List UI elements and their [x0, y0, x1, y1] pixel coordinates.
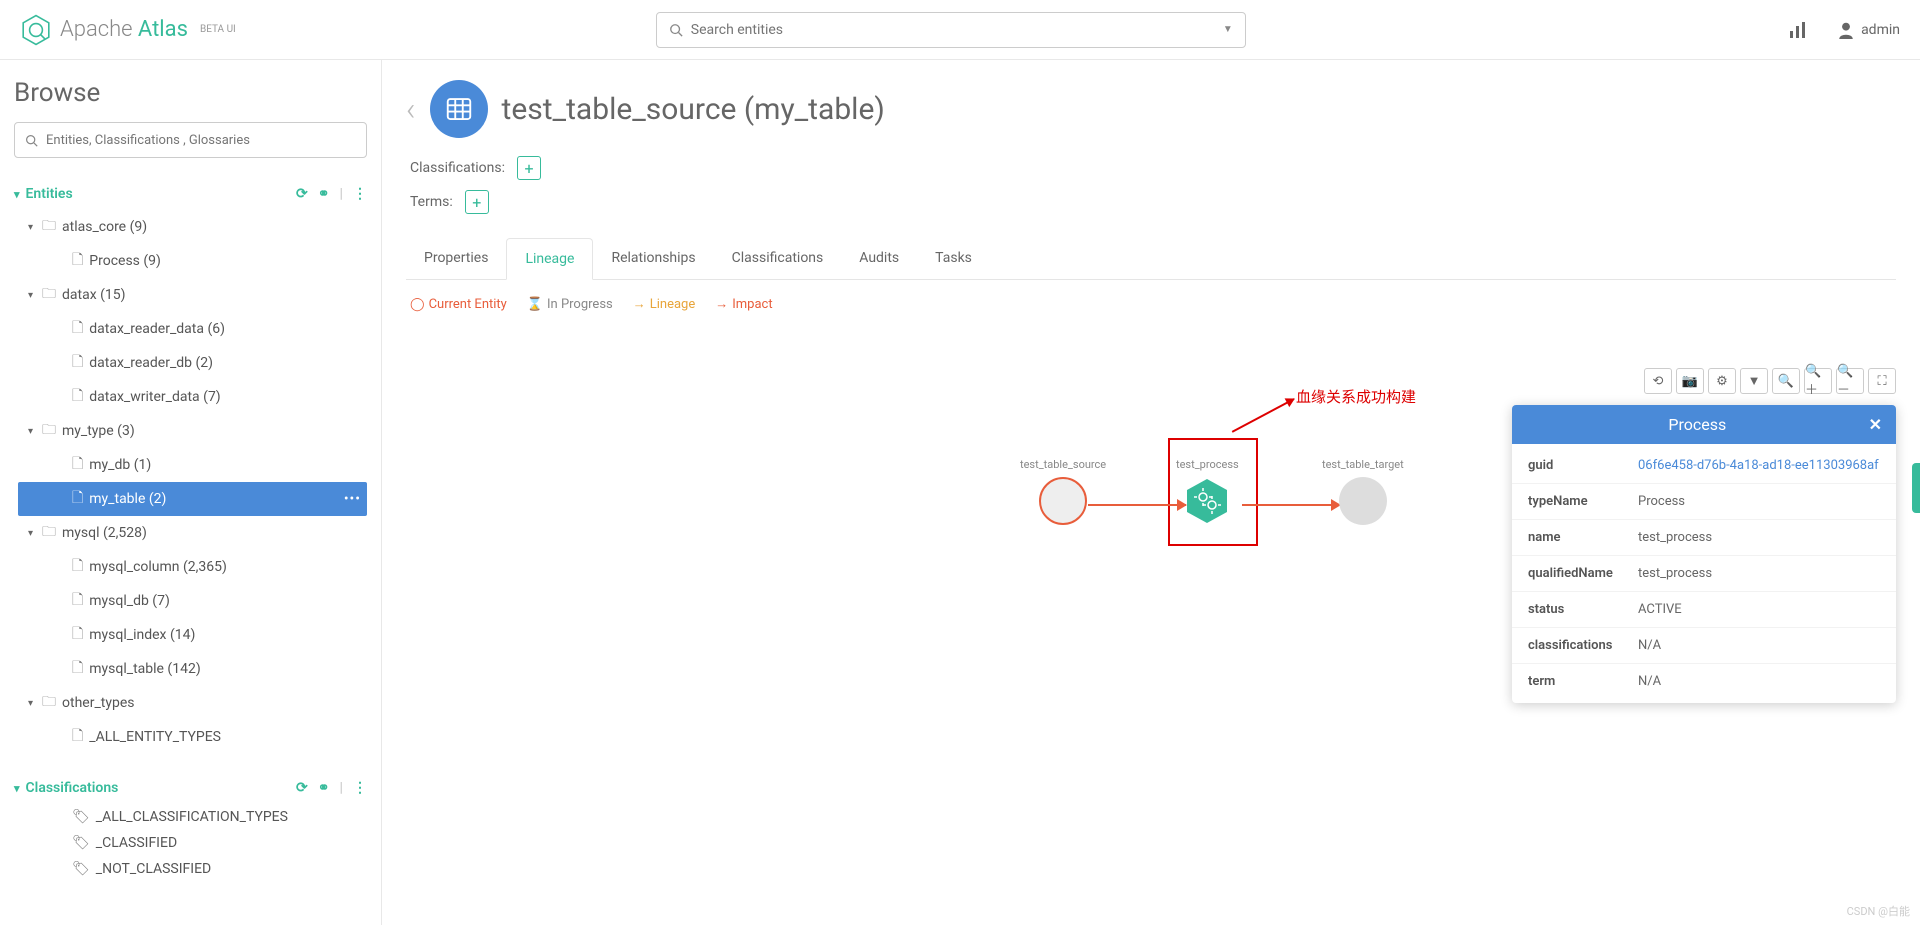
tree-folder[interactable]: ▾🗀my_type (3)	[18, 414, 367, 448]
classification-tree: 🏷_ALL_CLASSIFICATION_TYPES🏷_CLASSIFIED🏷_…	[18, 804, 367, 882]
table-icon	[1039, 477, 1087, 525]
classifications-section-header[interactable]: ▾ Classifications ⟳ ⚭ | ⋮	[14, 772, 367, 804]
entity-header: ‹ test_table_source (my_table)	[406, 80, 1896, 138]
entity-title: test_table_source (my_table)	[502, 92, 885, 127]
info-panel-body: guid06f6e458-d76b-4a18-ad18-ee11303968af…	[1512, 444, 1896, 703]
logo[interactable]: Apache Atlas BETA UI	[20, 14, 236, 46]
tree-item[interactable]: 🗋my_table (2)•••	[18, 482, 367, 516]
entity-tabs: PropertiesLineageRelationshipsClassifica…	[406, 238, 1896, 280]
search-dropdown-icon[interactable]: ▼	[1223, 24, 1233, 35]
chevron-down-icon: ▾	[14, 782, 20, 795]
tree-item[interactable]: 🗋datax_writer_data (7)	[18, 380, 367, 414]
tree-item[interactable]: 🗋mysql_db (7)	[18, 584, 367, 618]
sidebar: Browse ▾ Entities ⟳ ⚭ | ⋮ ▾🗀atlas_core (…	[0, 60, 382, 925]
header-right: admin	[1789, 21, 1900, 39]
user-icon	[1837, 21, 1855, 39]
legend-progress: ⌛In Progress	[527, 297, 613, 312]
classification-item[interactable]: 🏷_ALL_CLASSIFICATION_TYPES	[18, 804, 367, 830]
username: admin	[1861, 22, 1900, 38]
tab-audits[interactable]: Audits	[841, 238, 917, 279]
lineage-arrow	[1088, 504, 1186, 506]
tree-folder[interactable]: ▾🗀mysql (2,528)	[18, 516, 367, 550]
entity-info-panel: Process ✕ guid06f6e458-d76b-4a18-ad18-ee…	[1512, 405, 1896, 703]
terms-row: Terms: +	[410, 190, 1896, 214]
entities-section-header[interactable]: ▾ Entities ⟳ ⚭ | ⋮	[14, 178, 367, 210]
back-button[interactable]: ‹	[406, 90, 416, 128]
refresh-icon[interactable]: ⟳	[296, 186, 308, 202]
legend-impact: →Impact	[715, 296, 772, 312]
legend-current: ◯Current Entity	[410, 297, 507, 312]
tree-item[interactable]: 🗋mysql_table (142)	[18, 652, 367, 686]
add-classification-button[interactable]: +	[517, 156, 541, 180]
tree-item[interactable]: 🗋_ALL_ENTITY_TYPES	[18, 720, 367, 754]
classification-item[interactable]: 🏷_NOT_CLASSIFIED	[18, 856, 367, 882]
entity-type-icon	[430, 80, 488, 138]
info-row: classificationsN/A	[1512, 628, 1896, 664]
annotation-text: 血缘关系成功构建	[1296, 386, 1416, 407]
info-row: statusACTIVE	[1512, 592, 1896, 628]
tree-folder[interactable]: ▾🗀atlas_core (9)	[18, 210, 367, 244]
more-icon[interactable]: ⋮	[353, 186, 367, 202]
top-header: Apache Atlas BETA UI ▼ admin	[0, 0, 1920, 60]
tab-properties[interactable]: Properties	[406, 238, 506, 279]
process-icon	[1185, 477, 1229, 525]
link-icon[interactable]: ⚭	[318, 186, 330, 202]
tab-classifications[interactable]: Classifications	[714, 238, 842, 279]
tree-folder[interactable]: ▾🗀other_types	[18, 686, 367, 720]
more-icon[interactable]: ⋮	[353, 780, 367, 796]
table-icon	[1339, 477, 1387, 525]
tree-item[interactable]: 🗋my_db (1)	[18, 448, 367, 482]
info-row: guid06f6e458-d76b-4a18-ad18-ee11303968af	[1512, 448, 1896, 484]
search-icon	[25, 134, 38, 147]
close-icon[interactable]: ✕	[1869, 415, 1882, 434]
logo-text: Apache Atlas	[60, 17, 188, 42]
search-input[interactable]	[691, 22, 1233, 38]
node-source[interactable]: test_table_source	[1020, 458, 1106, 525]
info-panel-header: Process ✕	[1512, 405, 1896, 444]
tree-item[interactable]: 🗋Process (9)	[18, 244, 367, 278]
tab-tasks[interactable]: Tasks	[917, 238, 990, 279]
content-area: ‹ test_table_source (my_table) Classific…	[382, 60, 1920, 925]
info-row: termN/A	[1512, 664, 1896, 699]
chevron-down-icon: ▾	[14, 188, 20, 201]
watermark: CSDN @白能	[1847, 903, 1910, 919]
classification-item[interactable]: 🏷_CLASSIFIED	[18, 830, 367, 856]
node-target[interactable]: test_table_target	[1322, 458, 1404, 525]
atlas-logo-icon	[20, 14, 52, 46]
beta-label: BETA UI	[200, 24, 236, 35]
tab-lineage[interactable]: Lineage	[506, 238, 593, 280]
global-search[interactable]: ▼	[656, 12, 1246, 48]
classifications-row: Classifications: +	[410, 156, 1896, 180]
scroll-indicator	[1912, 463, 1920, 513]
browse-title: Browse	[14, 78, 367, 108]
tree-item[interactable]: 🗋mysql_index (14)	[18, 618, 367, 652]
info-row: typeNameProcess	[1512, 484, 1896, 520]
tab-relationships[interactable]: Relationships	[593, 238, 713, 279]
node-process[interactable]: test_process	[1176, 458, 1239, 525]
legend-lineage: →Lineage	[633, 296, 696, 312]
link-icon[interactable]: ⚭	[318, 780, 330, 796]
annotation-arrow	[1232, 398, 1295, 433]
user-menu[interactable]: admin	[1837, 21, 1900, 39]
stats-icon[interactable]	[1789, 21, 1807, 39]
main-layout: Browse ▾ Entities ⟳ ⚭ | ⋮ ▾🗀atlas_core (…	[0, 60, 1920, 925]
entity-tree: ▾🗀atlas_core (9)🗋Process (9)▾🗀datax (15)…	[18, 210, 367, 754]
sidebar-filter[interactable]	[14, 122, 367, 158]
lineage-legend: ◯Current Entity ⌛In Progress →Lineage →I…	[406, 280, 1896, 328]
search-icon	[669, 23, 683, 37]
info-row: nametest_process	[1512, 520, 1896, 556]
tree-item[interactable]: 🗋datax_reader_data (6)	[18, 312, 367, 346]
filter-input[interactable]	[46, 133, 356, 148]
refresh-icon[interactable]: ⟳	[296, 780, 308, 796]
add-term-button[interactable]: +	[465, 190, 489, 214]
tree-folder[interactable]: ▾🗀datax (15)	[18, 278, 367, 312]
tree-item[interactable]: 🗋mysql_column (2,365)	[18, 550, 367, 584]
tree-item[interactable]: 🗋datax_reader_db (2)	[18, 346, 367, 380]
info-row: qualifiedNametest_process	[1512, 556, 1896, 592]
